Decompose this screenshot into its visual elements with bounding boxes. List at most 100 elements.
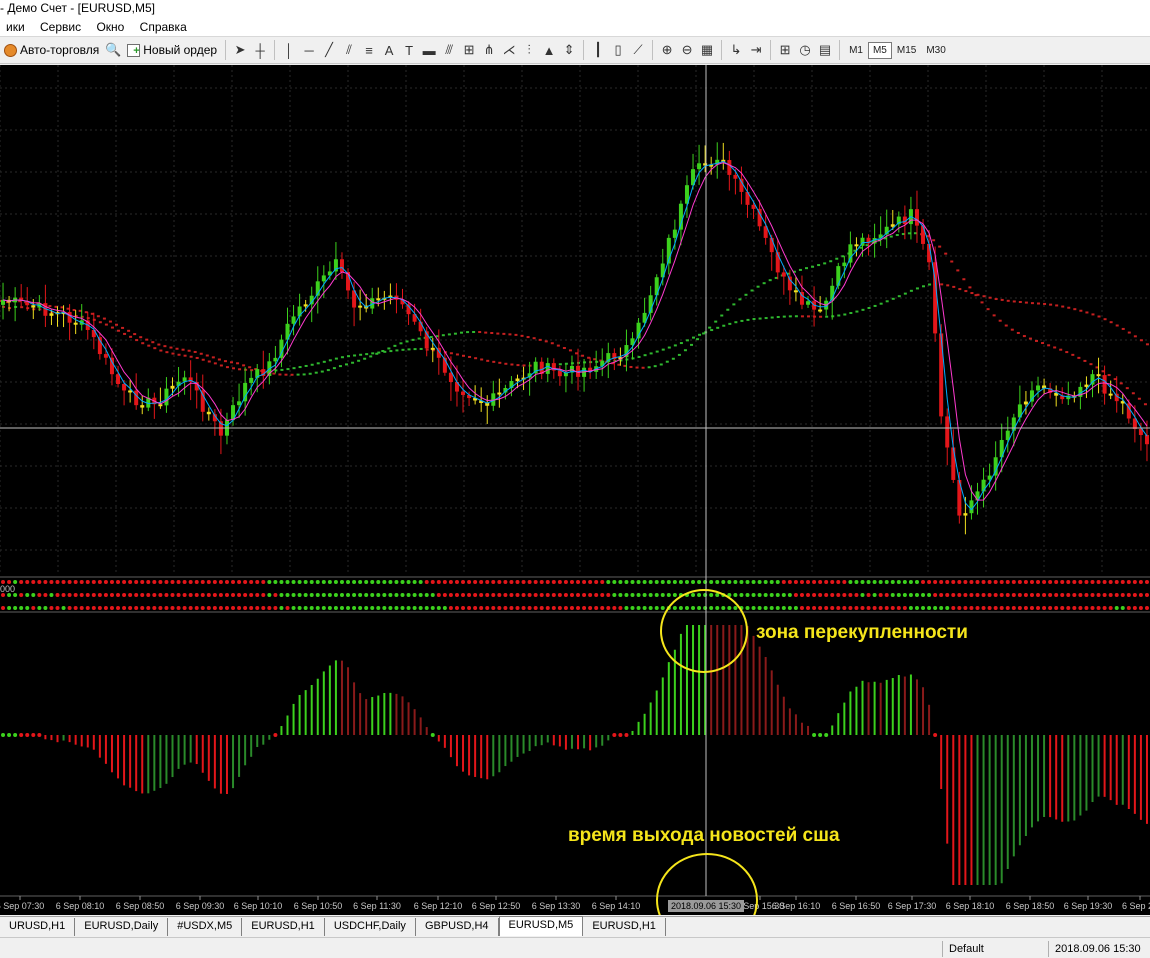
- new-order-button[interactable]: + Новый ордер: [124, 39, 220, 61]
- triangle-icon[interactable]: ▲: [539, 39, 559, 61]
- signal-dot: [218, 606, 223, 610]
- ma-dot: [1028, 337, 1032, 340]
- vertical-line-icon[interactable]: │: [279, 39, 299, 61]
- cursor-icon[interactable]: ➤: [230, 39, 250, 61]
- crosshair-icon[interactable]: ┼: [250, 39, 270, 61]
- ma-dot: [1037, 302, 1040, 305]
- signal-dot: [255, 580, 260, 584]
- fibonacci-icon[interactable]: ≡: [359, 39, 379, 61]
- ma-dot: [817, 264, 821, 267]
- signal-dot: [775, 593, 780, 597]
- cycle-lines-icon[interactable]: ⫶: [519, 39, 539, 61]
- menu-item-charts[interactable]: ики: [0, 18, 31, 37]
- signal-dot: [158, 580, 163, 584]
- signal-dot: [600, 606, 605, 610]
- signal-dot: [963, 593, 968, 597]
- ma-dot: [744, 293, 748, 296]
- elliott-icon[interactable]: ⋌: [499, 39, 519, 61]
- ma-dot: [752, 318, 756, 321]
- bar-chart-icon[interactable]: ┃: [588, 39, 608, 61]
- templates-icon[interactable]: ▤: [815, 39, 835, 61]
- timeframe-m30[interactable]: M30: [921, 42, 950, 59]
- pitchfork-icon[interactable]: ⋔: [479, 39, 499, 61]
- chart-tab[interactable]: EURUSD,H1: [583, 918, 666, 936]
- timeframe-m1[interactable]: M1: [844, 42, 868, 59]
- zoom-in-icon[interactable]: ⊕: [657, 39, 677, 61]
- ma-dot: [516, 364, 520, 367]
- signal-dot: [339, 593, 344, 597]
- horizontal-line-icon[interactable]: ─: [299, 39, 319, 61]
- x-tick-label: 6 Sep 08:50: [116, 901, 165, 911]
- x-tick-label: 6 Sep 10:10: [234, 901, 283, 911]
- gann-icon[interactable]: ⊞: [459, 39, 479, 61]
- text-label-icon[interactable]: T: [399, 39, 419, 61]
- ma-dot: [819, 315, 823, 318]
- signal-dot: [479, 580, 484, 584]
- rectangle-icon[interactable]: ▬: [419, 39, 439, 61]
- chart-window[interactable]: 6 Sep 07:30 6 Sep 08:10 6 Sep 08:50 6 Sep 0…: [0, 65, 1150, 915]
- candle-body: [1023, 401, 1028, 405]
- channels-icon[interactable]: ⫻: [439, 39, 459, 61]
- menu-item-service[interactable]: Сервис: [34, 18, 87, 37]
- signal-dot: [91, 606, 96, 610]
- signal-dot: [448, 606, 453, 610]
- signal-dot: [654, 606, 659, 610]
- chart-canvas[interactable]: 6 Sep 07:30 6 Sep 08:10 6 Sep 08:50 6 Sep 0…: [0, 65, 1150, 915]
- autotrade-button[interactable]: Авто-торговля: [1, 39, 102, 61]
- signal-dot: [49, 593, 54, 597]
- candle-body: [358, 305, 363, 308]
- ma-dot: [377, 351, 381, 354]
- x-tick-label: 6 Sep 16:50: [832, 901, 881, 911]
- signal-dot: [1084, 580, 1089, 584]
- chart-tab[interactable]: #USDX,M5: [168, 918, 243, 936]
- ma-dot: [835, 257, 839, 260]
- signal-dot: [751, 593, 756, 597]
- strategy-tester-icon[interactable]: 🔍: [103, 39, 123, 61]
- chart-tab[interactable]: USDCHF,Daily: [325, 918, 416, 936]
- indicators-icon[interactable]: ⊞: [775, 39, 795, 61]
- signal-dot: [497, 580, 502, 584]
- ma-dot: [1018, 301, 1022, 304]
- timeframe-m5[interactable]: M5: [867, 41, 892, 59]
- candle-body: [981, 479, 986, 492]
- signal-dot: [1120, 593, 1125, 597]
- signal-dot: [1042, 580, 1047, 584]
- signal-dot: [848, 606, 853, 610]
- equidistant-channel-icon[interactable]: ⫽: [339, 39, 359, 61]
- signal-dot: [914, 580, 919, 584]
- chart-tab[interactable]: EURUSD,Daily: [75, 918, 169, 936]
- signal-dot: [279, 593, 284, 597]
- text-icon[interactable]: A: [379, 39, 399, 61]
- menu-item-help[interactable]: Справка: [134, 18, 193, 37]
- signal-dot: [1114, 593, 1119, 597]
- chart-shift-icon[interactable]: ⇥: [746, 39, 766, 61]
- autoscroll-icon[interactable]: ↳: [726, 39, 746, 61]
- ma-dot: [340, 356, 344, 359]
- tile-windows-icon[interactable]: ▦: [697, 39, 717, 61]
- menu-item-window[interactable]: Окно: [90, 18, 130, 37]
- ma-dot: [1010, 328, 1014, 331]
- signal-dot: [503, 606, 508, 610]
- timeframe-m15[interactable]: M15: [892, 42, 921, 59]
- signal-dot: [412, 606, 417, 610]
- signal-dot: [533, 580, 538, 584]
- line-chart-icon[interactable]: ⟋: [628, 39, 648, 61]
- arrows-icon[interactable]: ⇕: [559, 39, 579, 61]
- chart-tab[interactable]: EURUSD,H1: [242, 918, 325, 936]
- signal-dot: [1090, 593, 1095, 597]
- trendline-icon[interactable]: ╱: [319, 39, 339, 61]
- signal-dot: [200, 606, 205, 610]
- signal-dot: [85, 606, 90, 610]
- candlestick-icon[interactable]: ▯: [608, 39, 628, 61]
- chart-tab[interactable]: EURUSD,M5: [498, 916, 584, 936]
- zoom-out-icon[interactable]: ⊖: [677, 39, 697, 61]
- signal-dot: [400, 580, 405, 584]
- signal-dot: [588, 593, 593, 597]
- signal-dot: [461, 606, 466, 610]
- signal-dot: [636, 593, 641, 597]
- ma-dot: [401, 348, 405, 351]
- periods-icon[interactable]: ◷: [795, 39, 815, 61]
- signal-dot: [206, 606, 211, 610]
- chart-tab[interactable]: GBPUSD,H4: [416, 918, 499, 936]
- chart-tab[interactable]: URUSD,H1: [0, 918, 76, 936]
